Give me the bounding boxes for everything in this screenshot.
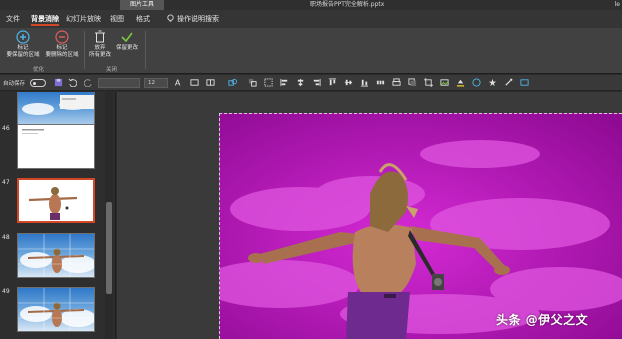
- ribbon-tab-row: 文件 背景消除 幻灯片放映 视图 格式 操作说明搜索: [0, 10, 622, 28]
- layout-icon[interactable]: [206, 78, 215, 87]
- search-input[interactable]: 操作说明搜索: [177, 10, 219, 28]
- slide-number: 47: [2, 179, 10, 186]
- watermark-text: 头条 @伊父之文: [496, 313, 589, 327]
- group-separator: [84, 31, 85, 69]
- align-middle-icon[interactable]: [344, 78, 353, 87]
- keep-changes-label: 保留更改: [115, 45, 138, 51]
- crop-icon[interactable]: [424, 78, 433, 87]
- discard-label-2: 所有更改: [88, 52, 111, 58]
- title-right-text: le: [614, 1, 620, 8]
- mark-keep-button[interactable]: 标记 要保留的区域: [4, 30, 42, 59]
- trash-icon: [95, 30, 105, 43]
- align-top-icon[interactable]: [328, 78, 337, 87]
- thumbnail-cutout-figure: [28, 187, 78, 220]
- align-right-icon[interactable]: [312, 78, 321, 87]
- shapes-icon[interactable]: [228, 78, 237, 87]
- effects-icon[interactable]: [488, 78, 497, 87]
- tab-view[interactable]: 视图: [110, 10, 124, 28]
- group-label-close: 关闭: [106, 67, 118, 73]
- redo-icon[interactable]: [84, 78, 93, 87]
- screenshot-icon[interactable]: [520, 78, 529, 87]
- save-icon[interactable]: [54, 78, 63, 87]
- slide-thumbnail[interactable]: [17, 233, 95, 278]
- document-title: 职场报告PPT完全解析.pptx: [310, 1, 385, 8]
- quick-access-toolbar: 自动保存 12 A: [0, 75, 622, 91]
- mark-remove-icon: [55, 30, 69, 44]
- slide-thumbnail-pane: 46 47 48 49: [0, 92, 116, 339]
- slide-background-removal-preview[interactable]: [219, 113, 622, 339]
- thumbnail-text-lines: [22, 129, 44, 134]
- mark-remove-label-1: 标记: [56, 45, 68, 51]
- thumbnail-sky-grid: [18, 234, 94, 277]
- fill-icon[interactable]: [456, 78, 465, 87]
- autosave-toggle[interactable]: [30, 79, 46, 87]
- mark-keep-icon: [16, 30, 30, 44]
- lightbulb-icon: [167, 14, 174, 22]
- slide-number: 48: [2, 234, 10, 241]
- mark-remove-button[interactable]: 标记 要删除的区域: [42, 30, 82, 59]
- distribute-horizontal-icon[interactable]: [376, 78, 385, 87]
- svg-text:A: A: [175, 78, 181, 87]
- eyedropper-icon[interactable]: [504, 78, 513, 87]
- discard-changes-button[interactable]: 放弃 所有更改: [88, 30, 112, 59]
- picture-tools-context-tab: 图片工具: [120, 0, 165, 10]
- tab-slideshow[interactable]: 幻灯片放映: [66, 10, 101, 28]
- align-left-icon[interactable]: [280, 78, 289, 87]
- font-size-field[interactable]: 12: [144, 78, 168, 88]
- print-icon[interactable]: [392, 78, 401, 87]
- font-name-field[interactable]: [98, 78, 140, 88]
- align-bottom-icon[interactable]: [360, 78, 369, 87]
- thumbnail-scrollbar-thumb[interactable]: [106, 202, 112, 294]
- align-center-icon[interactable]: [296, 78, 305, 87]
- slide-thumbnail[interactable]: [17, 287, 95, 332]
- group-label-refine: 优化: [33, 67, 45, 73]
- thumbnail-sky-grid: [18, 288, 94, 331]
- arrange-icon[interactable]: [248, 78, 257, 87]
- slide-thumbnail[interactable]: [17, 124, 95, 169]
- ribbon-panel: 标记 要保留的区域 标记 要删除的区域 优化 放弃 所有更改 保留更改 关闭: [0, 28, 622, 74]
- bring-forward-icon[interactable]: [408, 78, 417, 87]
- mark-remove-label-2: 要删除的区域: [45, 52, 79, 58]
- text-a-icon[interactable]: A: [174, 78, 183, 87]
- mark-keep-label-1: 标记: [17, 45, 29, 51]
- tab-file[interactable]: 文件: [6, 10, 20, 28]
- mark-keep-label-2: 要保留的区域: [6, 52, 40, 58]
- slide-thumbnail-selected[interactable]: [17, 178, 95, 223]
- autosave-label: 自动保存: [3, 81, 26, 87]
- slide-photo: [220, 114, 622, 339]
- tab-format[interactable]: 格式: [136, 10, 150, 28]
- keep-changes-button[interactable]: 保留更改: [113, 30, 141, 52]
- title-bar: 图片工具 职场报告PPT完全解析.pptx le: [0, 0, 622, 10]
- group-objects-icon[interactable]: [264, 78, 273, 87]
- checkmark-icon: [121, 32, 133, 43]
- color-icon[interactable]: [472, 78, 481, 87]
- undo-icon[interactable]: [68, 78, 77, 87]
- slide-number: 46: [2, 125, 10, 132]
- discard-label-1: 放弃: [94, 45, 106, 51]
- group-separator: [145, 31, 146, 69]
- picture-icon[interactable]: [440, 78, 449, 87]
- tab-background-removal[interactable]: 背景消除: [31, 10, 59, 28]
- new-slide-icon[interactable]: [190, 78, 199, 87]
- slide-number: 49: [2, 288, 10, 295]
